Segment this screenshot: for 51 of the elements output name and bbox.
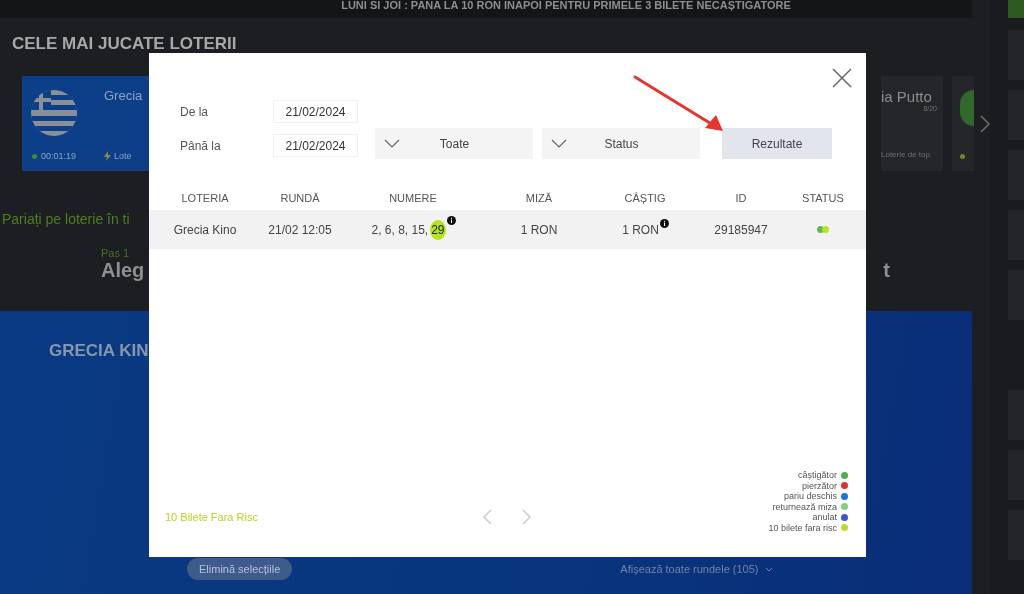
close-icon[interactable] (832, 68, 852, 88)
info-icon[interactable] (446, 215, 456, 225)
live-dot-icon (32, 153, 37, 159)
game-title: GRECIA KIN (49, 341, 150, 361)
table-cell-text: 29185947 (713, 222, 769, 237)
caret-icon (764, 566, 773, 572)
date-field[interactable]: 21/02/2024 (273, 134, 358, 157)
filter-dropdown[interactable]: Status (542, 128, 700, 159)
highlighted-number: 29 (430, 219, 446, 240)
results-button[interactable]: Rezultate (722, 128, 832, 159)
promo-banner: LUNI SI JOI : PANA LA 10 RON INAPOI PENTRU PRIMELE 3 BILETE NECAȘTIGATORE (0, 0, 972, 18)
field-label: Până la (180, 138, 222, 153)
filter-dropdown[interactable]: Toate (375, 128, 533, 159)
info-icon[interactable] (659, 218, 669, 228)
clear-selection-button[interactable]: Elimină selecțiile (187, 558, 293, 580)
date-field[interactable]: 21/02/2024 (273, 100, 358, 123)
step-label: Pas 1 (101, 247, 131, 259)
lottery-name: Grecia (104, 88, 143, 103)
step-title: t (883, 259, 890, 282)
drawn-numbers: 2, 6, 8, 15, (371, 222, 429, 237)
legend-label: pierzător (802, 480, 837, 491)
column-header: MIZĂ (524, 192, 554, 204)
legend-label: câștigător (797, 470, 837, 481)
chevron-right-icon[interactable] (980, 114, 990, 133)
lottery-tag: Loterie de top (881, 150, 943, 159)
flag-icon (31, 90, 77, 136)
column-header: RUNDĂ (279, 192, 321, 204)
legend-label: pariu deschis (783, 491, 837, 502)
step-title: Aleg (101, 259, 145, 282)
lightning-icon (104, 151, 111, 161)
table-cell: 1 RON (622, 222, 659, 237)
lottery-name: ia Putto (881, 88, 933, 105)
promo-text: Pariați pe loterie în ti (2, 211, 130, 227)
table-cell-text: 1 RON (519, 222, 559, 237)
countdown-timer: 00:01:19 (41, 151, 77, 161)
table-cell-text: 21/02 12:05 (267, 222, 333, 237)
field-label: De la (180, 104, 209, 119)
column-header: NUMERE (388, 192, 438, 204)
chevron-down-icon (384, 139, 400, 148)
column-header: CÂȘTIG (623, 192, 667, 204)
column-header: LOTERIA (180, 192, 230, 204)
column-header: ID (734, 192, 748, 204)
lottery-tag: Lote (114, 151, 132, 161)
legend-label: 10 bilete fara risc (768, 522, 837, 533)
legend-label: returnează miza (772, 501, 837, 512)
column-header: STATUS (801, 192, 845, 204)
table-cell-text: Grecia Kino (172, 222, 238, 237)
chevron-down-icon (551, 139, 567, 148)
legend-label: anulat (812, 512, 837, 523)
section-title: CELE MAI JUCATE LOTERII (12, 35, 238, 53)
lottery-card[interactable] (952, 76, 974, 171)
